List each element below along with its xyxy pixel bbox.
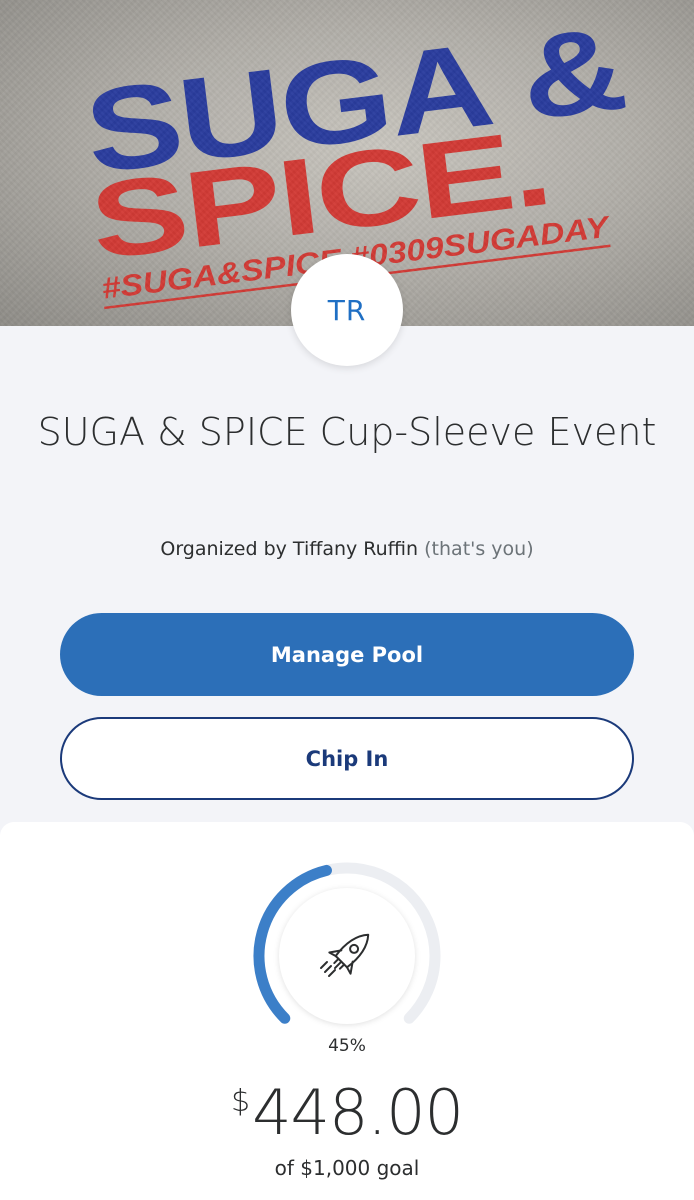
- progress-ring-center: [279, 888, 415, 1024]
- organizer-line: Organized by Tiffany Ruffin (that's you): [0, 538, 694, 560]
- progress-percent: 45%: [328, 1036, 366, 1056]
- progress-ring: [253, 862, 441, 1024]
- organizer-name: Organized by Tiffany Ruffin: [160, 538, 419, 560]
- manage-pool-button[interactable]: Manage Pool: [60, 613, 634, 696]
- chip-in-button[interactable]: Chip In: [60, 717, 634, 800]
- amount-raised: $448.00: [0, 1078, 694, 1148]
- amount-value: 448.00: [252, 1076, 464, 1149]
- goal-text: of $1,000 goal: [274, 1156, 420, 1180]
- currency-symbol: $: [230, 1084, 251, 1119]
- organizer-avatar[interactable]: TR: [291, 254, 403, 366]
- pool-title: SUGA & SPICE Cup-Sleeve Event: [37, 410, 657, 454]
- organizer-self-note: (that's you): [424, 538, 534, 560]
- avatar-initials: TR: [327, 293, 367, 327]
